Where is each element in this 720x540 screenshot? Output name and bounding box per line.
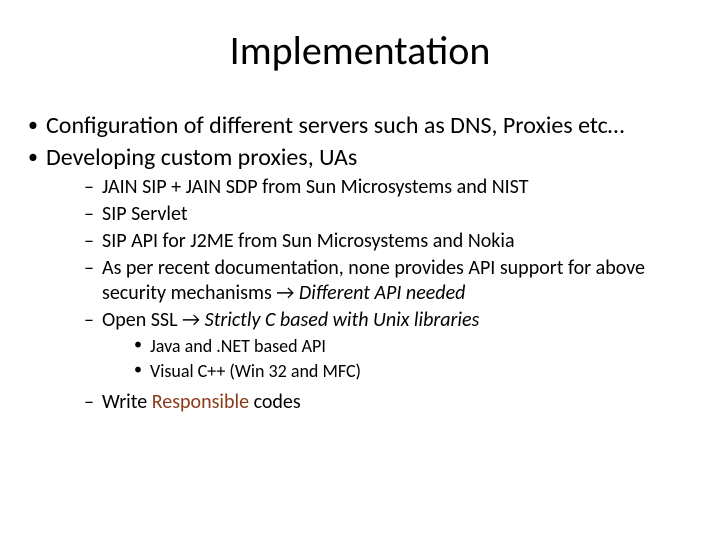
bullet-list-level3: Java and .NET based API Visual C++ (Win … — [102, 335, 700, 384]
l2-item: SIP Servlet — [84, 202, 700, 227]
slide-title: Implementation — [20, 26, 700, 75]
l2-text: JAIN SIP + JAIN SDP from Sun Microsystem… — [102, 175, 528, 199]
slide: Implementation Configuration of differen… — [0, 0, 720, 540]
l3-item: Java and .NET based API — [134, 335, 700, 358]
l2-text-italic: Different API needed — [294, 281, 465, 305]
l3-item: Visual C++ (Win 32 and MFC) — [134, 360, 700, 383]
l2-text: codes — [249, 390, 301, 414]
l1-text: Developing custom proxies, UAs — [46, 143, 357, 172]
l2-text: Write — [102, 390, 152, 414]
bullet-list-level1: Configuration of different servers such … — [20, 111, 700, 415]
l2-text: SIP API for J2ME from Sun Microsystems a… — [102, 229, 515, 253]
l1-item: Developing custom proxies, UAs JAIN SIP … — [28, 143, 700, 415]
l2-text: Open SSL — [102, 308, 182, 332]
l1-text: Configuration of different servers such … — [46, 111, 624, 140]
bullet-list-level2: JAIN SIP + JAIN SDP from Sun Microsystem… — [46, 175, 700, 415]
arrow-icon: → — [276, 281, 294, 305]
l2-item: As per recent documentation, none provid… — [84, 256, 700, 306]
l2-item: Write Responsible codes — [84, 390, 700, 415]
l2-text: SIP Servlet — [102, 202, 188, 226]
l2-item: Open SSL → Strictly C based with Unix li… — [84, 308, 700, 384]
l3-text: Visual C++ (Win 32 and MFC) — [150, 360, 361, 382]
l2-text-italic: Strictly C based with Unix libraries — [200, 308, 479, 332]
l2-item: SIP API for J2ME from Sun Microsystems a… — [84, 229, 700, 254]
l2-item: JAIN SIP + JAIN SDP from Sun Microsystem… — [84, 175, 700, 200]
arrow-icon: → — [182, 308, 200, 332]
l2-text-emphasis: Responsible — [152, 390, 249, 414]
l3-text: Java and .NET based API — [150, 335, 326, 357]
l1-item: Configuration of different servers such … — [28, 111, 700, 141]
